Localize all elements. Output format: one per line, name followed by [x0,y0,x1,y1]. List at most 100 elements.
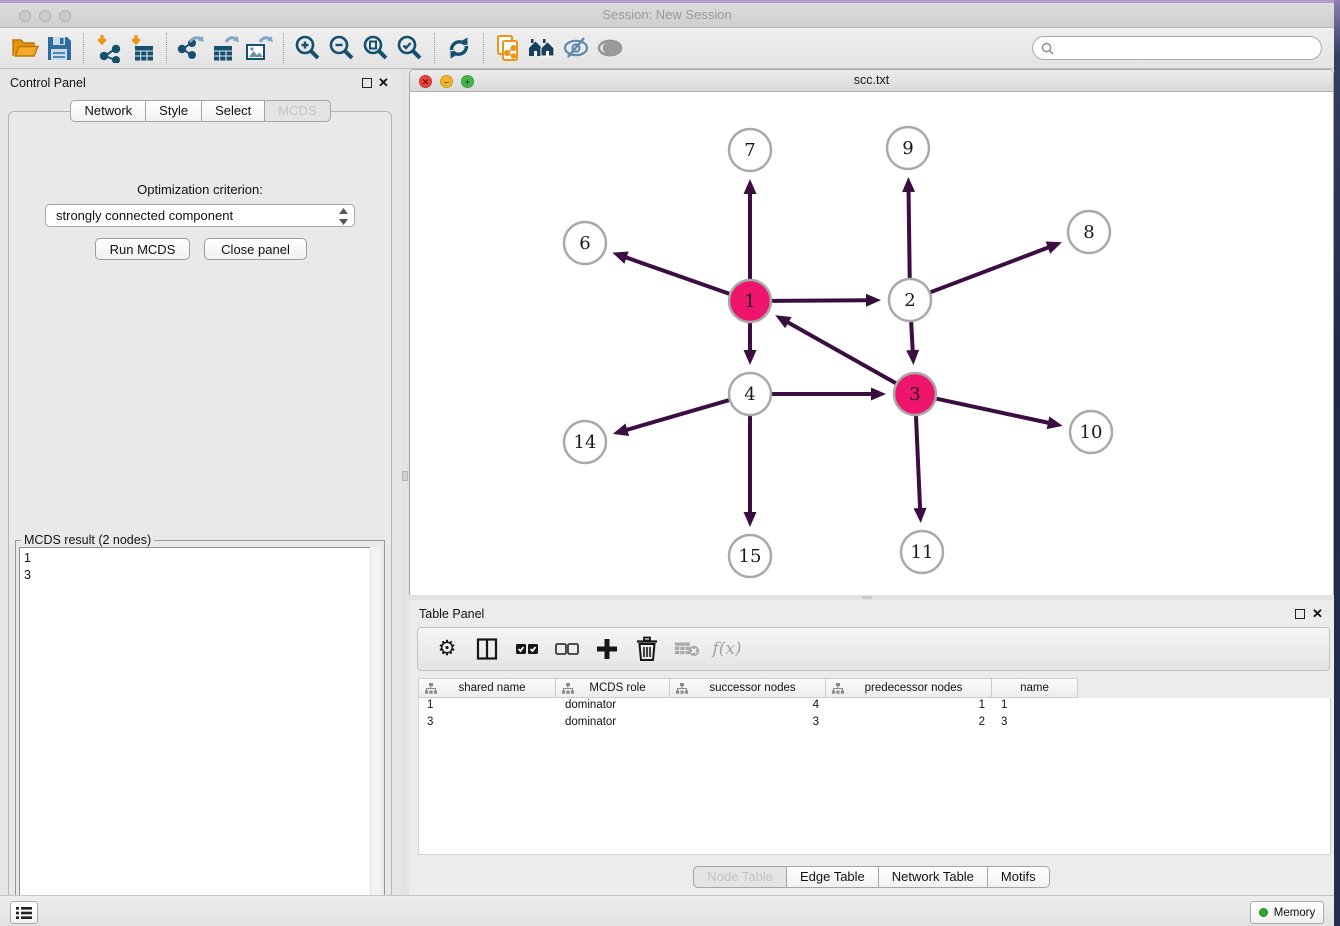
float-panel-icon[interactable] [1295,609,1305,619]
graph-edge-arrowhead [744,350,757,365]
tab-network-table[interactable]: Network Table [879,866,988,888]
network-canvas[interactable]: 7968124314101511 [410,92,1333,595]
column-header-shared-name[interactable]: shared name [418,678,556,698]
graph-edge-3-10[interactable] [937,399,1050,423]
criterion-value: strongly connected component [56,208,233,223]
cell-predecessor-nodes[interactable]: 2 [827,715,993,732]
cell-name[interactable]: 3 [993,715,1079,732]
export-network-icon[interactable] [174,32,208,64]
cell-name[interactable]: 1 [993,698,1079,715]
graph-node-label: 14 [574,432,597,453]
criterion-dropdown[interactable]: strongly connected component [45,204,355,227]
close-panel-button[interactable]: Close panel [204,238,307,260]
columns-icon[interactable] [474,636,500,662]
delete-table-icon[interactable] [674,636,700,662]
table-row[interactable]: 1 dominator 4 1 1 [419,698,1330,715]
vertical-splitter[interactable] [401,69,409,895]
cell-successor-nodes[interactable]: 3 [671,715,827,732]
hide-selected-icon[interactable] [559,32,593,64]
graph-edge-arrowhead [1047,416,1063,429]
close-panel-icon[interactable]: ✕ [378,75,389,91]
run-mcds-button[interactable]: Run MCDS [95,238,190,260]
duplicate-network-icon[interactable] [491,32,525,64]
graph-edge-arrowhead [613,423,629,435]
tab-edge-table[interactable]: Edge Table [787,866,879,888]
table-panel-title: Table Panel [419,607,484,621]
tab-mcds[interactable]: MCDS [265,100,330,122]
show-all-networks-icon[interactable] [525,32,559,64]
select-all-icon[interactable] [514,636,540,662]
graph-edge-arrowhead [1046,242,1062,254]
zoom-selected-icon[interactable] [393,32,427,64]
function-icon: f(x) [714,636,740,662]
application-window: Session: New Session [0,0,1334,926]
zoom-in-icon[interactable] [291,32,325,64]
show-selected-icon[interactable] [593,32,627,64]
graph-edge-2-9[interactable] [909,190,910,278]
graph-edge-2-3[interactable] [911,322,913,352]
column-header-successor-nodes[interactable]: successor nodes [670,678,826,698]
save-session-icon[interactable] [42,32,76,64]
table-panel: Table Panel ✕ ⚙ f(x) [409,600,1334,895]
tab-style[interactable]: Style [146,100,202,122]
graph-edge-1-2[interactable] [772,300,868,301]
tab-network[interactable]: Network [70,100,146,122]
graph-edge-arrowhead [906,350,919,365]
open-file-icon[interactable] [8,32,42,64]
cell-mcds-role[interactable]: dominator [557,715,671,732]
attribute-icon [425,683,437,694]
network-graph[interactable]: 7968124314101511 [410,92,1333,595]
graph-edge-4-14[interactable] [625,400,729,430]
cell-predecessor-nodes[interactable]: 1 [827,698,993,715]
search-input[interactable] [1054,41,1321,55]
column-header-predecessor-nodes[interactable]: predecessor nodes [826,678,992,698]
refresh-view-icon[interactable] [442,32,476,64]
gear-icon[interactable]: ⚙ [434,636,460,662]
column-header-mcds-role[interactable]: MCDS role [556,678,670,698]
tab-select[interactable]: Select [202,100,265,122]
result-scrollbar[interactable] [370,547,381,916]
graph-node-label: 15 [739,546,762,567]
graph-edge-3-11[interactable] [916,416,920,510]
graph-edge-2-8[interactable] [931,247,1050,292]
import-table-icon[interactable] [125,32,159,64]
float-panel-icon[interactable] [362,78,372,88]
toolbar-separator [83,33,84,63]
graph-edge-arrowhead [744,512,757,527]
table-body: 1 dominator 4 1 1 3 dominator 3 2 3 [418,698,1331,855]
control-panel-title: Control Panel [10,76,86,90]
mcds-result-text[interactable]: 1 3 [19,547,381,916]
log-console-button[interactable] [10,901,38,924]
splitter-grip[interactable] [862,596,872,599]
attribute-icon [832,683,844,694]
tab-motifs[interactable]: Motifs [988,866,1050,888]
graph-edge-3-1[interactable] [787,322,896,384]
tab-node-table[interactable]: Node Table [693,866,787,888]
deselect-all-icon[interactable] [554,636,580,662]
toolbar-separator [483,33,484,63]
cell-mcds-role[interactable]: dominator [557,698,671,715]
table-panel-tabs: Node Table Edge Table Network Table Moti… [409,866,1334,888]
cell-successor-nodes[interactable]: 4 [671,698,827,715]
graph-edge-1-6[interactable] [625,257,730,294]
cell-shared-name[interactable]: 3 [419,715,557,732]
desktop-background [1334,0,1340,926]
zoom-fit-icon[interactable] [359,32,393,64]
memory-status-icon [1259,908,1268,917]
memory-button[interactable]: Memory [1250,901,1324,924]
table-row[interactable]: 3 dominator 3 2 3 [419,715,1330,732]
import-network-icon[interactable] [91,32,125,64]
add-icon[interactable] [594,636,620,662]
cell-shared-name[interactable]: 1 [419,698,557,715]
table-toolbar: ⚙ f(x) [417,627,1330,671]
graph-node-label: 7 [744,140,755,161]
search-box [1032,36,1322,60]
delete-icon[interactable] [634,636,660,662]
export-image-icon[interactable] [242,32,276,64]
close-panel-icon[interactable]: ✕ [1312,606,1323,622]
splitter-grip[interactable] [402,471,408,481]
export-table-icon[interactable] [208,32,242,64]
zoom-out-icon[interactable] [325,32,359,64]
column-header-name[interactable]: name [992,678,1078,698]
mcds-result-title: MCDS result (2 nodes) [21,533,154,547]
